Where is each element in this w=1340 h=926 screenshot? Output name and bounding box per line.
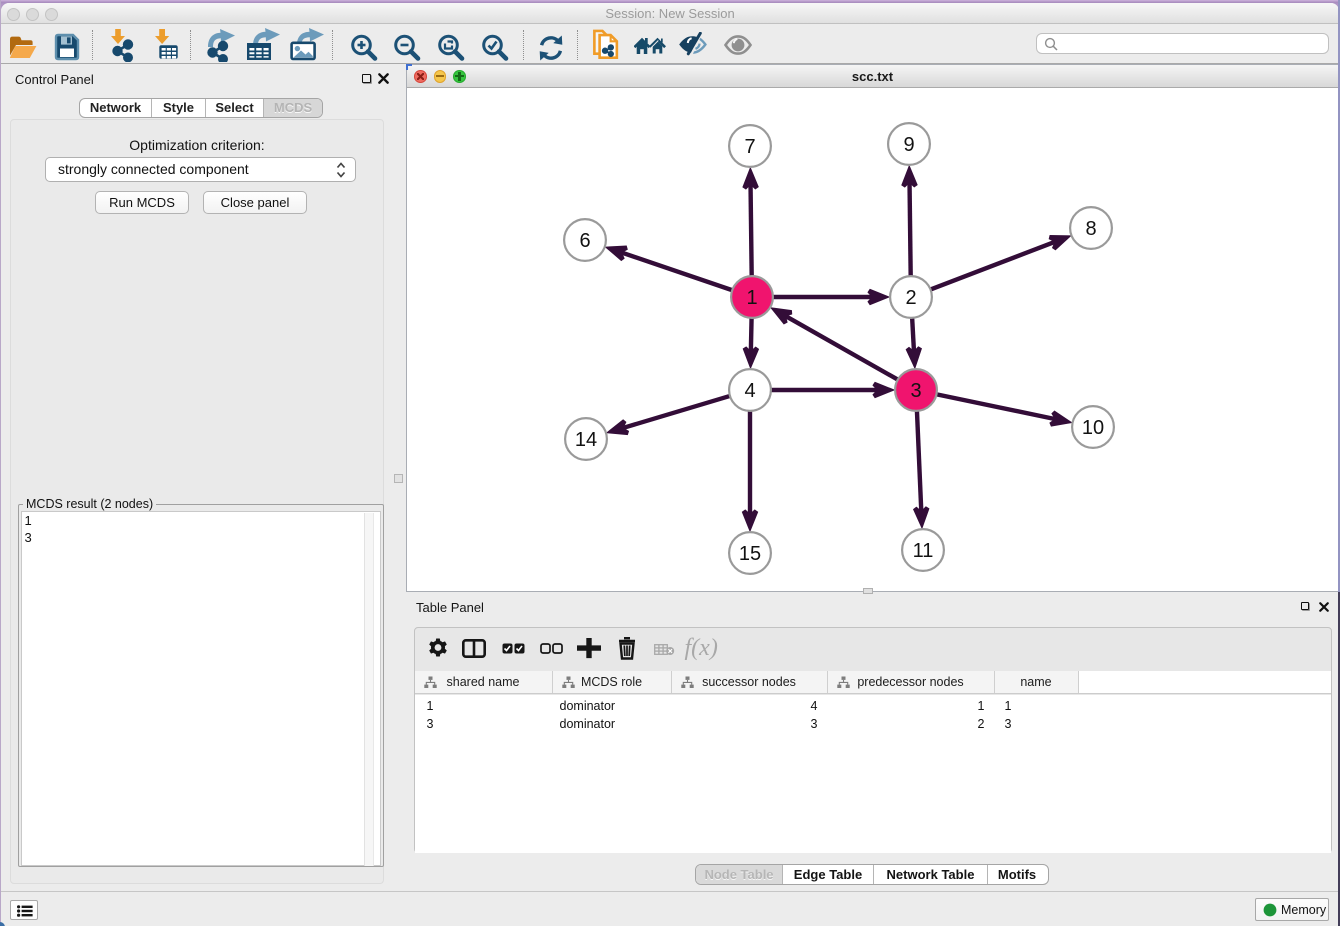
svg-text:10: 10: [1082, 417, 1104, 439]
svg-text:15: 15: [739, 543, 761, 565]
svg-text:4: 4: [744, 380, 755, 402]
svg-text:1: 1: [746, 287, 757, 309]
svg-text:2: 2: [905, 287, 916, 309]
svg-text:8: 8: [1085, 218, 1096, 240]
svg-text:11: 11: [913, 540, 934, 562]
svg-text:7: 7: [744, 136, 755, 158]
svg-text:6: 6: [579, 230, 590, 252]
svg-text:3: 3: [910, 380, 921, 402]
svg-text:9: 9: [903, 134, 914, 156]
svg-text:14: 14: [575, 429, 597, 451]
